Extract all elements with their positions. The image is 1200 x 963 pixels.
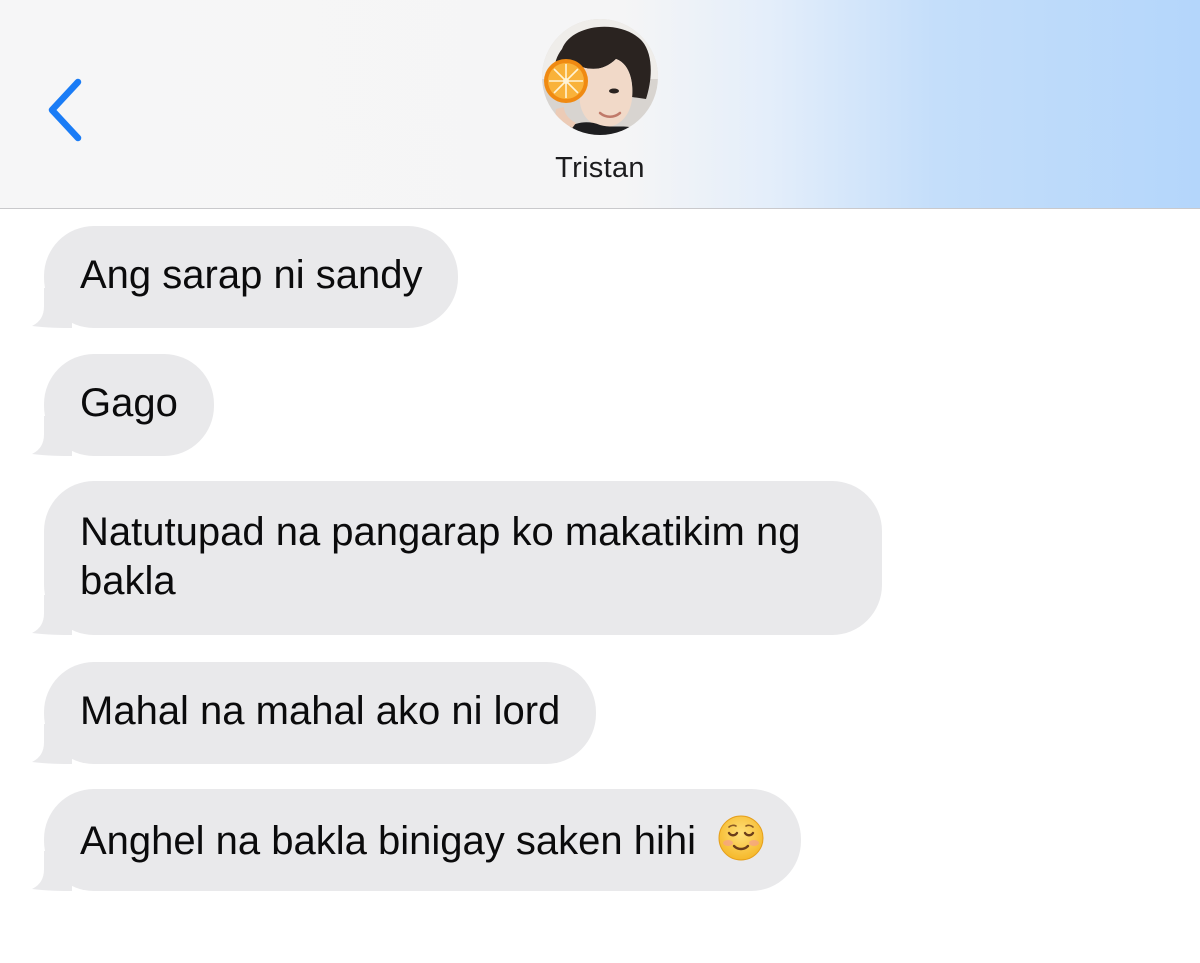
message-text: Anghel na bakla binigay saken hihi	[80, 819, 696, 863]
bubble-tail	[32, 288, 72, 328]
bubble-tail	[32, 595, 72, 635]
message-text: Mahal na mahal ako ni lord	[80, 689, 561, 733]
message-row: Anghel na bakla binigay saken hihi	[32, 789, 802, 891]
smiling-face-icon	[718, 815, 764, 861]
message-row: Natutupad na pangarap ko makatikim ng ba…	[32, 481, 882, 635]
incoming-message-bubble[interactable]: Natutupad na pangarap ko makatikim ng ba…	[32, 481, 882, 635]
bubble-tail	[32, 724, 72, 764]
conversation-header: Tristan	[0, 0, 1200, 209]
incoming-message-bubble[interactable]: Ang sarap ni sandy	[32, 226, 459, 328]
bubble-tail	[32, 851, 72, 891]
chevron-left-icon	[48, 78, 82, 142]
avatar[interactable]	[542, 19, 658, 135]
message-row: Gago	[32, 354, 214, 456]
contact-avatar-photo	[542, 19, 658, 135]
message-row: Ang sarap ni sandy	[32, 226, 459, 328]
message-text: Natutupad na pangarap ko makatikim ng ba…	[80, 510, 801, 603]
incoming-message-bubble[interactable]: Anghel na bakla binigay saken hihi	[32, 789, 802, 891]
bubble-tail	[32, 416, 72, 456]
message-row: Mahal na mahal ako ni lord	[32, 662, 597, 764]
back-button[interactable]	[40, 70, 100, 150]
contact-name[interactable]: Tristan	[450, 152, 750, 185]
message-thread[interactable]: Ang sarap ni sandy Gago Natutupad na pan…	[0, 209, 1200, 963]
message-text: Gago	[80, 381, 178, 425]
messages-screen: Tristan Ang sarap ni sandy Gago Natutupa…	[0, 0, 1200, 963]
incoming-message-bubble[interactable]: Gago	[32, 354, 214, 456]
incoming-message-bubble[interactable]: Mahal na mahal ako ni lord	[32, 662, 597, 764]
message-text: Ang sarap ni sandy	[80, 253, 423, 297]
